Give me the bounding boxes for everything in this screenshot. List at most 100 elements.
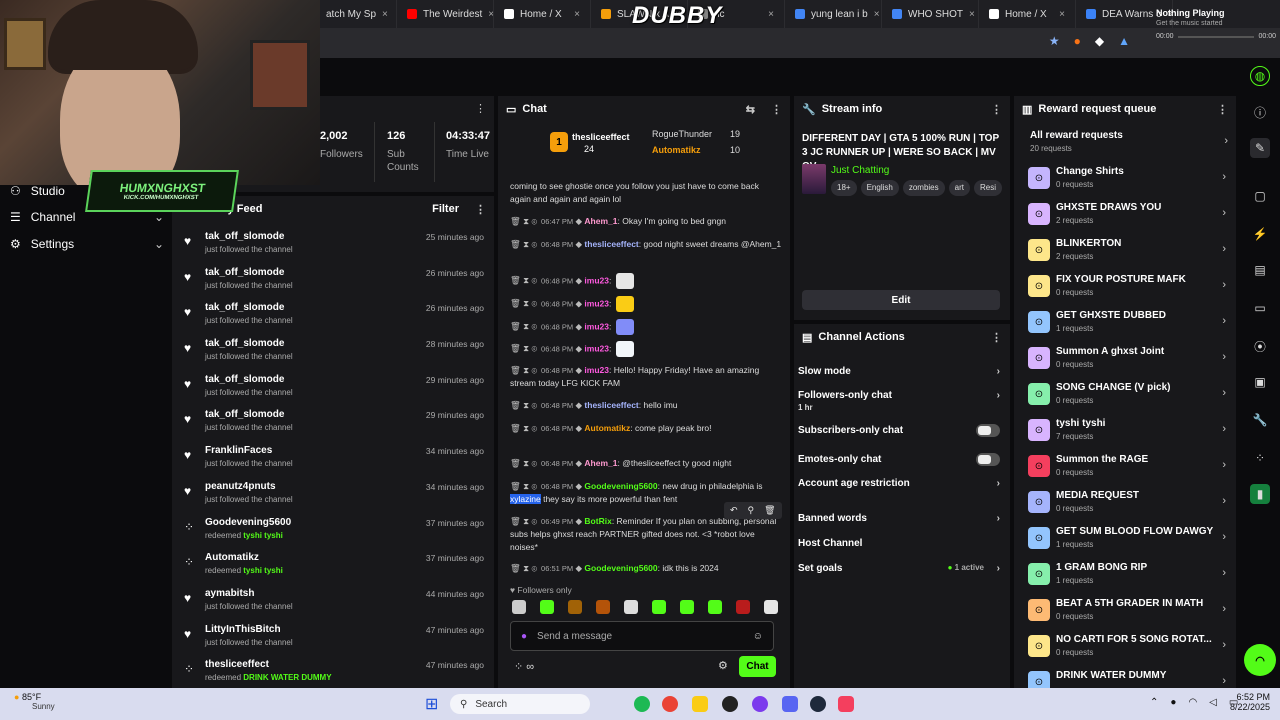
emote-icon[interactable] <box>624 600 638 614</box>
steam-icon[interactable] <box>810 696 826 712</box>
lightning-icon[interactable]: ⚡ <box>1250 224 1270 244</box>
info-icon[interactable]: ⓘ <box>1250 102 1270 122</box>
reward-row[interactable]: ⊙ Summon the RAGE 0 requests › <box>1028 452 1230 484</box>
message-user[interactable]: imu23 <box>584 321 609 331</box>
wifi-icon[interactable]: ◠ <box>1188 697 1197 708</box>
emote-icon[interactable] <box>708 600 722 614</box>
stream-tag[interactable]: zombies <box>902 180 945 196</box>
obs-icon[interactable] <box>722 696 738 712</box>
close-icon[interactable]: × <box>1059 9 1065 20</box>
message-user[interactable]: Ahem_1 <box>584 216 617 226</box>
browser-tab[interactable]: Home / X × <box>979 0 1076 28</box>
reward-row[interactable]: ⊙ Summon A ghxst Joint 0 requests › <box>1028 344 1230 376</box>
reward-row[interactable]: ⊙ tyshi tyshi 7 requests › <box>1028 416 1230 448</box>
extension-icon[interactable]: ◆ <box>1095 34 1104 48</box>
emote-icon[interactable] <box>680 600 694 614</box>
close-icon[interactable]: × <box>382 9 388 20</box>
nodes-icon[interactable]: ⁘ <box>1250 448 1270 468</box>
extension-icon[interactable]: ● <box>1074 34 1081 48</box>
mod-actions-icon[interactable]: 🗑 ⧗ ⊚ <box>510 298 537 308</box>
stream-tag[interactable]: art <box>948 180 970 196</box>
filter-button[interactable]: Filter <box>432 203 459 215</box>
reward-row[interactable]: ⊙ 1 GRAM BONG RIP 1 requests › <box>1028 560 1230 592</box>
stream-tag[interactable]: English <box>860 180 899 196</box>
media-progress[interactable] <box>1177 35 1255 38</box>
game-icon[interactable]: ▮ <box>1250 484 1270 504</box>
microphone-icon[interactable]: ● <box>521 631 527 642</box>
edit-button[interactable]: Edit <box>802 290 1000 310</box>
stream-tag[interactable]: 18+ <box>831 180 857 196</box>
reward-row[interactable]: ⊙ NO CARTI FOR 5 SONG ROTAT... 0 requests › <box>1028 632 1230 664</box>
channel-action-row[interactable]: Slow mode › <box>798 366 1006 377</box>
message-user[interactable]: Goodevening5600 <box>584 563 657 573</box>
discord-icon[interactable] <box>782 696 798 712</box>
reward-row[interactable]: ⊙ BEAT A 5TH GRADER IN MATH 0 requests › <box>1028 596 1230 628</box>
emote-icon[interactable] <box>512 600 526 614</box>
mod-actions-icon[interactable]: 🗑 ⧗ ⊚ <box>510 365 537 375</box>
windows-start-icon[interactable]: ⊞ <box>425 694 438 714</box>
extension-icon[interactable]: ▲ <box>1118 34 1130 48</box>
broadcast-icon[interactable]: ⦿ <box>1250 336 1270 356</box>
channel-action-row[interactable]: Followers-only chat 1 hr › <box>798 390 1006 412</box>
message-user[interactable]: BotRix <box>584 516 611 526</box>
reward-row[interactable]: ⊙ Change Shirts 0 requests › <box>1028 164 1230 196</box>
reward-row[interactable]: ⊙ GHXSTE DRAWS YOU 2 requests › <box>1028 200 1230 232</box>
more-icon[interactable]: ⋮ <box>991 331 1002 344</box>
message-user[interactable]: imu23 <box>584 365 609 375</box>
more-icon[interactable]: ⋮ <box>475 203 486 216</box>
message-user[interactable]: Goodevening5600 <box>584 481 657 491</box>
reward-row[interactable]: ⊙ DRINK WATER DUMMY › <box>1028 668 1230 688</box>
browser-tab[interactable]: Home / X × <box>494 0 591 28</box>
mod-actions-icon[interactable]: 🗑 ⧗ ⊚ <box>510 343 537 353</box>
all-reward-requests[interactable]: All reward requests 20 requests › <box>1030 128 1232 160</box>
system-clock[interactable]: 6:52 PM 8/22/2025 <box>1230 692 1270 712</box>
more-icon[interactable]: ⋮ <box>475 102 486 115</box>
close-icon[interactable]: × <box>768 9 774 20</box>
media-widget[interactable]: Nothing Playing Get the music started 00… <box>1156 8 1276 52</box>
reward-row[interactable]: ⊙ SONG CHANGE (V pick) 0 requests › <box>1028 380 1230 412</box>
toggle-switch[interactable] <box>976 453 1000 466</box>
channel-action-row[interactable]: Account age restriction › <box>798 478 1006 489</box>
reward-row[interactable]: ⊙ GET SUM BLOOD FLOW DAWGY 1 requests › <box>1028 524 1230 556</box>
nav-item-settings[interactable]: ⚙ Settings ⌄ <box>10 237 164 251</box>
mod-actions-icon[interactable]: 🗑 ⧗ ⊚ <box>510 321 537 331</box>
spotify-icon[interactable] <box>634 696 650 712</box>
nav-item-channel[interactable]: ☰ Channel ⌄ <box>10 210 164 224</box>
screen-icon[interactable]: ▢ <box>1250 186 1270 206</box>
send-chat-button[interactable]: Chat <box>739 656 776 677</box>
browser-tab[interactable]: The Weirdest × <box>397 0 494 28</box>
mod-actions-icon[interactable]: 🗑 ⧗ ⊚ <box>510 563 537 573</box>
app-icon[interactable] <box>752 696 768 712</box>
layers-icon[interactable]: ▣ <box>1250 372 1270 392</box>
reward-row[interactable]: ⊙ BLINKERTON 2 requests › <box>1028 236 1230 268</box>
emote-icon[interactable] <box>736 600 750 614</box>
reward-row[interactable]: ⊙ GET GHXSTE DUBBED 1 requests › <box>1028 308 1230 340</box>
more-icon[interactable]: ⋮ <box>1217 103 1228 116</box>
message-user[interactable]: thesliceeffect <box>584 239 638 249</box>
reply-icon[interactable]: ↶ <box>730 505 738 516</box>
star-icon[interactable]: ★ <box>1049 34 1060 48</box>
pin-icon[interactable]: ⚲ <box>748 505 755 516</box>
message-user[interactable]: imu23 <box>584 298 609 308</box>
toggle-switch[interactable] <box>976 424 1000 437</box>
message-user[interactable]: Ahem_1 <box>584 458 617 468</box>
channel-action-row[interactable]: Emotes-only chat <box>798 453 1006 466</box>
stream-tag[interactable]: Resi <box>973 180 1002 196</box>
browser-tab[interactable]: WHO SHOT × <box>882 0 979 28</box>
close-icon[interactable]: × <box>874 9 880 20</box>
mod-actions-icon[interactable]: 🗑 ⧗ ⊚ <box>510 423 537 433</box>
mod-actions-icon[interactable]: 🗑 ⧗ ⊚ <box>510 516 537 526</box>
mod-actions-icon[interactable]: 🗑 ⧗ ⊚ <box>510 481 537 491</box>
delete-icon[interactable]: 🗑 <box>764 505 775 516</box>
mod-actions-icon[interactable]: 🗑 ⧗ ⊚ <box>510 400 537 410</box>
emote-icon[interactable] <box>764 600 778 614</box>
emote-icon[interactable] <box>540 600 554 614</box>
wrench-icon[interactable]: 🔧 <box>1250 410 1270 430</box>
taskbar-search[interactable]: ⚲ Search <box>450 694 590 714</box>
channel-action-row[interactable]: Host Channel <box>798 538 1006 549</box>
mic-icon[interactable]: ● <box>1170 697 1176 708</box>
kick-logo-icon[interactable]: ◍ <box>1250 66 1270 86</box>
support-icon[interactable]: ◠ <box>1244 644 1276 676</box>
folder-icon[interactable] <box>692 696 708 712</box>
browser-tab[interactable]: yung lean i b × <box>785 0 882 28</box>
